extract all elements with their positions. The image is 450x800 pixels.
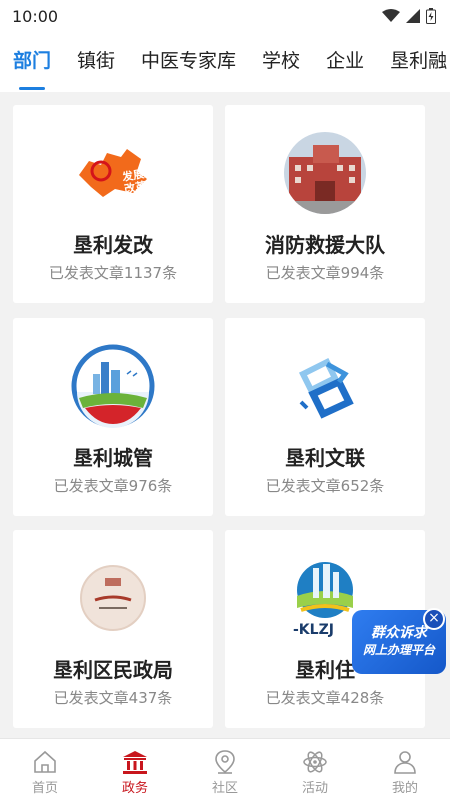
status-bar: 10:00 <box>0 0 450 32</box>
bottom-nav: 首页 政务 社区 活动 我的 <box>0 738 450 800</box>
account-card[interactable]: 垦利城管 已发表文章976条 <box>13 318 213 516</box>
building-photo-icon <box>283 131 367 215</box>
category-tabs: 部门 镇街 中医专家库 学校 企业 垦利融 <box>0 32 450 92</box>
article-count: 已发表文章994条 <box>265 264 385 282</box>
account-card[interactable]: 消防救援大队 已发表文章994条 <box>225 105 425 303</box>
civil-affairs-seal-icon <box>71 556 155 640</box>
account-name: 垦利文联 <box>285 446 365 470</box>
tab-departments[interactable]: 部门 <box>0 32 64 92</box>
account-card[interactable]: 垦利区民政局 已发表文章437条 <box>13 530 213 728</box>
article-count: 已发表文章652条 <box>265 477 385 495</box>
nav-home[interactable]: 首页 <box>0 739 90 800</box>
nav-profile[interactable]: 我的 <box>360 739 450 800</box>
svg-text:-KLZJ: -KLZJ <box>293 622 334 638</box>
blue-3d-shape-icon <box>283 344 367 428</box>
tab-towns[interactable]: 镇街 <box>64 32 128 92</box>
red-map-emblem-icon: 发展 改革 <box>71 131 155 215</box>
tab-enterprises[interactable]: 企业 <box>313 32 377 92</box>
nav-activities[interactable]: 活动 <box>270 739 360 800</box>
nav-label: 活动 <box>301 781 328 796</box>
status-time: 10:00 <box>12 6 59 26</box>
tab-tcm-experts[interactable]: 中医专家库 <box>128 32 249 92</box>
tab-schools[interactable]: 学校 <box>249 32 313 92</box>
location-pin-icon <box>215 750 235 774</box>
government-icon <box>123 751 147 774</box>
account-name: 垦利区民政局 <box>53 658 173 682</box>
nav-label: 我的 <box>391 781 418 796</box>
status-icons <box>382 8 436 24</box>
account-name: 垦利发改 <box>73 233 153 257</box>
tab-kenli-media[interactable]: 垦利融 <box>377 32 450 92</box>
account-card[interactable]: 垦利文联 已发表文章652条 <box>225 318 425 516</box>
close-icon[interactable]: × <box>423 608 445 630</box>
account-name: 消防救援大队 <box>265 233 385 257</box>
city-emblem-icon <box>71 344 155 428</box>
banner-line-2: 网上办理平台 <box>362 643 435 657</box>
user-icon <box>394 751 416 774</box>
article-count: 已发表文章437条 <box>53 689 173 707</box>
nav-community[interactable]: 社区 <box>180 739 270 800</box>
nav-label: 首页 <box>31 781 58 796</box>
account-card[interactable]: 发展 改革 垦利发改 已发表文章1137条 <box>13 105 213 303</box>
article-count: 已发表文章976条 <box>53 477 173 495</box>
activity-icon <box>303 751 327 773</box>
account-name: 垦利城管 <box>73 446 153 470</box>
signal-icon <box>406 9 420 23</box>
wifi-icon <box>382 9 400 22</box>
nav-government[interactable]: 政务 <box>90 739 180 800</box>
article-count: 已发表文章1137条 <box>48 264 178 282</box>
battery-icon <box>426 8 436 24</box>
nav-label: 政务 <box>121 781 148 796</box>
nav-label: 社区 <box>211 781 238 796</box>
home-icon <box>34 750 56 773</box>
article-count: 已发表文章428条 <box>265 689 385 707</box>
